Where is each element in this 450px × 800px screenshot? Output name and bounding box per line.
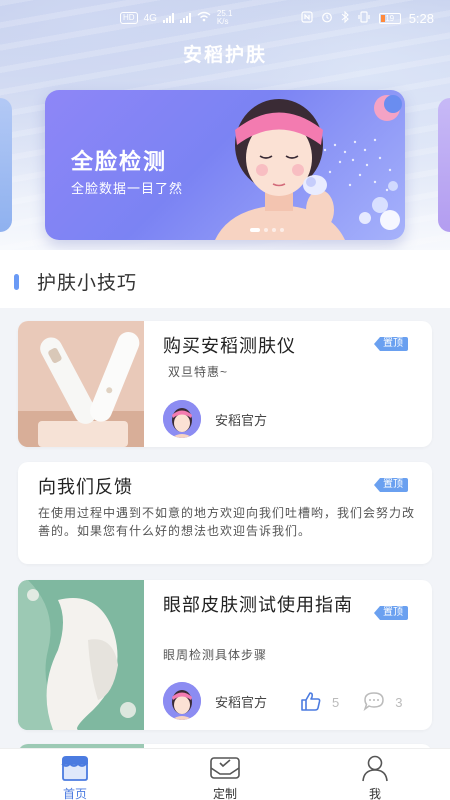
author-name: 安稻官方 <box>215 694 268 710</box>
banner-title: 全脸检测 <box>71 149 168 174</box>
status-bar: HD 4G 25.1 K/s 19 5:28 <box>0 0 450 36</box>
nav-label: 定制 <box>212 787 237 800</box>
like-icon[interactable] <box>300 691 322 714</box>
article-card[interactable]: 购买安稻测肤仪 置顶 双旦特惠~ 安稻官方 <box>18 321 432 447</box>
author-name: 安稻官方 <box>215 412 268 428</box>
signal-icon-2 <box>179 13 191 23</box>
nav-label: 首页 <box>62 787 87 800</box>
carousel-dot <box>280 228 284 232</box>
nfc-icon <box>301 10 313 26</box>
article-subtitle: 在使用过程中遇到不如意的地方欢迎向我们吐槽哟，我们会努力改善的。如果您有什么好的… <box>38 506 416 538</box>
banner-next-slide[interactable] <box>438 98 450 232</box>
article-card[interactable]: 眼部皮肤测试使用指南 置顶 眼周检测具体步骤 安稻官方 5 3 <box>18 580 432 730</box>
carousel-dot <box>264 228 268 232</box>
pinned-badge: 置顶 <box>374 478 408 492</box>
like-count: 5 <box>332 695 340 710</box>
hd-badge: HD <box>120 12 138 24</box>
face-illustration <box>215 95 402 240</box>
status-indicators: HD 4G 25.1 K/s <box>120 10 232 26</box>
article-title: 向我们反馈 <box>38 477 133 497</box>
nav-home[interactable]: 首页 <box>0 749 150 800</box>
section-accent-bar <box>14 273 19 290</box>
comment-icon[interactable] <box>363 691 385 714</box>
carousel-indicator <box>250 228 284 232</box>
article-subtitle: 眼周检测具体步骤 <box>163 648 268 662</box>
home-icon <box>58 754 92 785</box>
nav-profile[interactable]: 我 <box>300 749 450 800</box>
article-author[interactable]: 安稻官方 <box>163 400 267 438</box>
network-type: 4G <box>143 12 157 24</box>
banner-previous-slide[interactable] <box>0 98 12 232</box>
avatar <box>163 400 201 438</box>
wifi-icon <box>197 11 211 25</box>
carousel-dot <box>272 228 276 232</box>
network-speed: 25.1 K/s <box>217 10 233 26</box>
article-title: 眼部皮肤测试使用指南 <box>163 595 353 615</box>
article-thumbnail <box>18 321 144 447</box>
article-thumbnail <box>18 580 144 730</box>
article-card[interactable]: 向我们反馈 置顶 在使用过程中遇到不如意的地方欢迎向我们吐槽哟，我们会努力改善的… <box>18 462 432 564</box>
article-title: 购买安稻测肤仪 <box>163 336 296 356</box>
nav-label: 我 <box>368 787 381 800</box>
vibrate-icon <box>357 10 371 26</box>
carousel-dot <box>250 228 260 232</box>
banner-full-face-detection[interactable]: 全脸检测 全脸数据一目了然 <box>45 90 405 240</box>
status-time: 5:28 <box>408 10 434 26</box>
nav-customize[interactable]: 定制 <box>150 749 300 800</box>
section-header: 护肤小技巧 <box>14 268 137 295</box>
bottom-navigation: 首页 定制 我 <box>0 748 450 800</box>
signal-icon <box>162 13 174 23</box>
article-stats: 5 3 <box>300 691 402 714</box>
bluetooth-icon <box>341 10 349 26</box>
customize-icon <box>208 754 242 785</box>
battery-icon: 19 <box>378 12 401 24</box>
alarm-icon <box>321 11 333 26</box>
avatar <box>163 682 201 720</box>
profile-icon <box>358 754 392 785</box>
section-title: 护肤小技巧 <box>37 273 138 294</box>
status-right: 19 5:28 <box>301 10 434 26</box>
comment-count: 3 <box>395 695 403 710</box>
article-subtitle: 双旦特惠~ <box>168 365 229 379</box>
speed-unit: K/s <box>216 17 229 26</box>
article-author[interactable]: 安稻官方 <box>163 682 267 720</box>
app-title: 安稻护肤 <box>182 45 267 66</box>
banner-subtitle: 全脸数据一目了然 <box>71 181 184 196</box>
pinned-badge: 置顶 <box>374 337 408 351</box>
pinned-badge: 置顶 <box>374 606 408 620</box>
